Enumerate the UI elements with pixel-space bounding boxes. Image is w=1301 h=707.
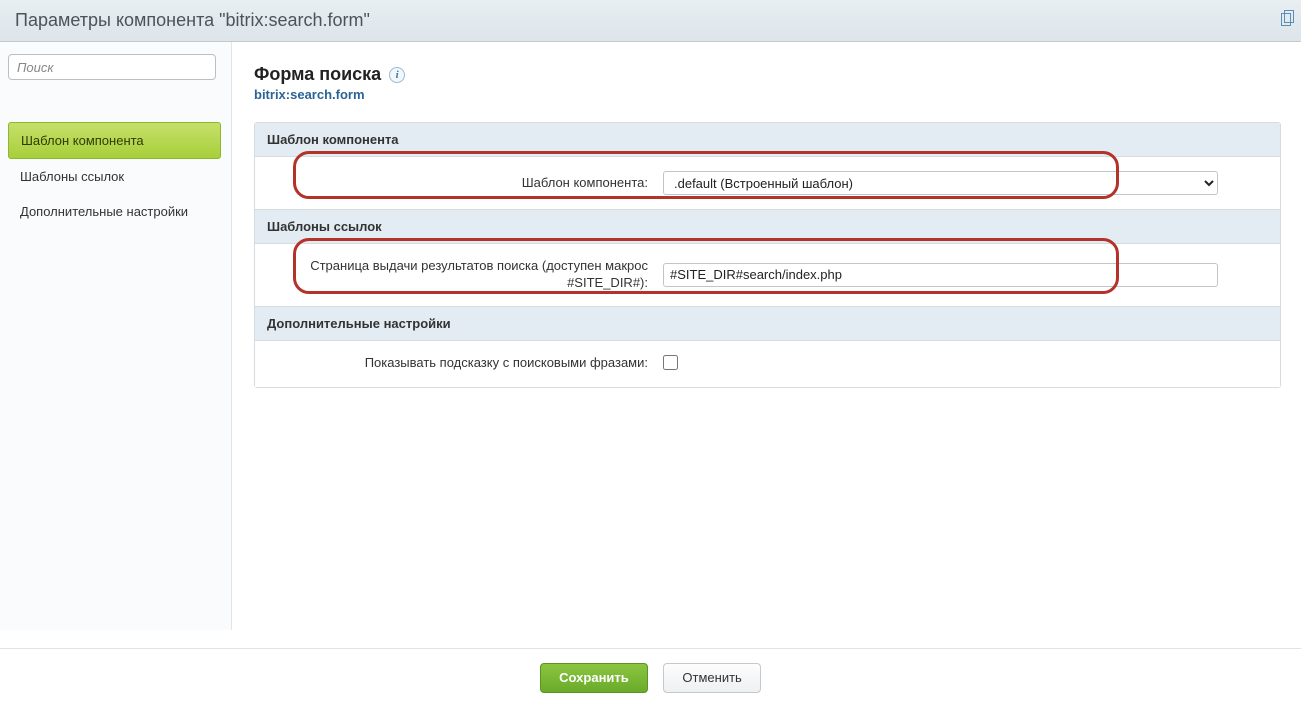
info-icon[interactable]: i <box>389 67 405 83</box>
page-title: Форма поиска <box>254 64 381 85</box>
sidebar-item-additional[interactable]: Дополнительные настройки <box>8 194 221 229</box>
section-header-template: Шаблон компонента <box>255 123 1280 157</box>
field-label-template: Шаблон компонента: <box>263 175 663 192</box>
sidebar: Шаблон компонента Шаблоны ссылок Дополни… <box>0 42 232 630</box>
cancel-button[interactable]: Отменить <box>663 663 760 693</box>
section-header-links: Шаблоны ссылок <box>255 209 1280 244</box>
template-select[interactable]: .default (Встроенный шаблон) <box>663 171 1218 195</box>
main-panel: Форма поиска i bitrix:search.form Шаблон… <box>232 42 1301 648</box>
window-header: Параметры компонента "bitrix:search.form… <box>0 0 1301 42</box>
section-header-additional: Дополнительные настройки <box>255 306 1280 341</box>
window-title: Параметры компонента "bitrix:search.form… <box>15 10 370 30</box>
field-label-results-page: Страница выдачи результатов поиска (дост… <box>263 258 663 292</box>
results-page-input[interactable] <box>663 263 1218 287</box>
save-button[interactable]: Сохранить <box>540 663 648 693</box>
copy-icon[interactable] <box>1281 10 1295 26</box>
blank-area <box>254 388 1281 618</box>
show-hints-checkbox[interactable] <box>663 355 678 370</box>
search-input[interactable] <box>8 54 216 80</box>
footer-bar: Сохранить Отменить <box>0 648 1301 707</box>
field-label-show-hints: Показывать подсказку с поисковыми фразам… <box>263 355 663 372</box>
component-code: bitrix:search.form <box>254 87 1281 102</box>
sidebar-item-link-templates[interactable]: Шаблоны ссылок <box>8 159 221 194</box>
sidebar-item-template[interactable]: Шаблон компонента <box>8 122 221 159</box>
